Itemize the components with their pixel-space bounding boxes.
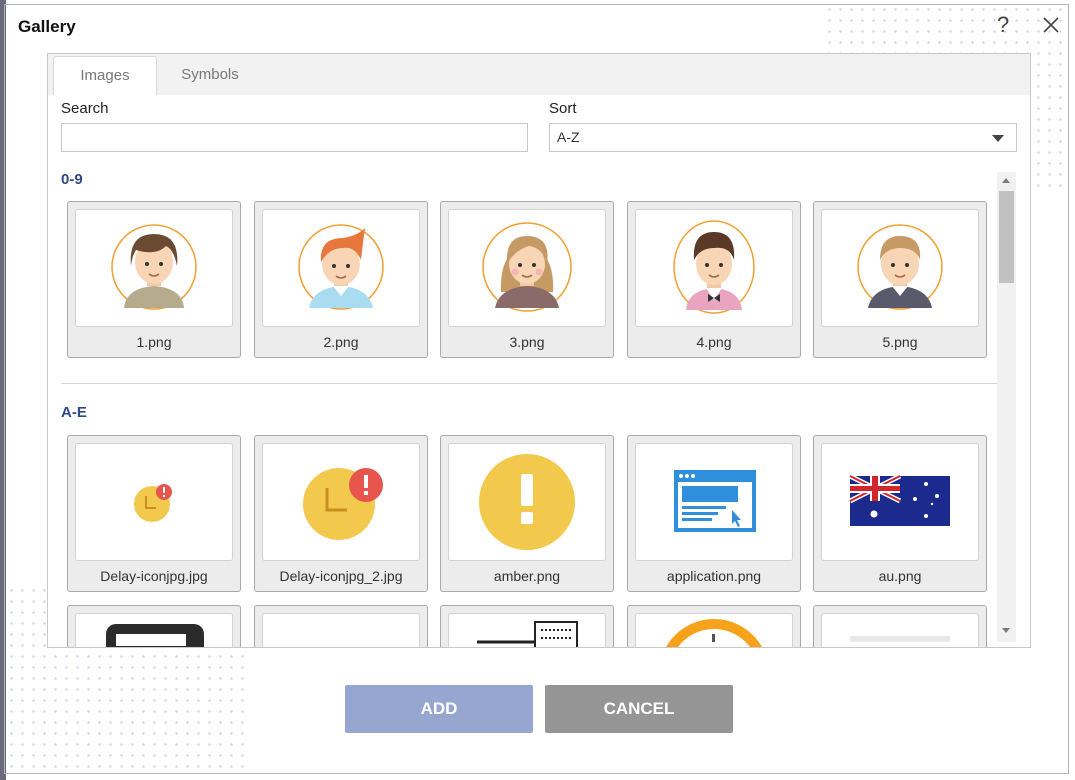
avatar-1-icon [111,224,197,310]
gallery-item[interactable] [254,605,428,647]
item-caption: 1.png [136,334,172,350]
scroll-up-icon[interactable] [1002,178,1010,183]
image-thumbnail [635,209,793,327]
gallery-item[interactable] [67,605,241,647]
tab-symbols[interactable]: Symbols [166,56,254,94]
gallery-item[interactable]: Delay-iconjpg_2.jpg [254,435,428,592]
section-divider [61,383,997,384]
search-label: Search [61,100,109,117]
avatar-3-icon [482,222,572,312]
sort-select[interactable]: A-Z [549,123,1017,152]
gallery-item[interactable]: 1.png [67,201,241,358]
image-thumbnail [262,443,420,561]
close-icon[interactable] [1041,15,1061,35]
image-thumbnail [448,613,606,647]
item-caption: amber.png [493,568,561,584]
gallery-item[interactable]: application.png [627,435,801,592]
gallery-item[interactable]: 2.png [254,201,428,358]
add-button[interactable]: ADD [345,685,533,733]
section-title-a-e: A-E [61,404,87,421]
image-thumbnail [448,443,606,561]
receipt-icon [477,621,578,647]
delay-clock-small-icon [134,484,172,522]
sort-value: A-Z [557,129,580,145]
image-thumbnail [75,443,233,561]
image-thumbnail [635,613,793,647]
orange-clock-icon [666,619,762,647]
chevron-down-icon [992,135,1004,142]
dark-frame-icon [106,624,204,647]
scroll-down-icon[interactable] [1002,628,1010,633]
image-thumbnail [635,443,793,561]
australia-flag-icon [848,473,950,526]
image-thumbnail [75,209,233,327]
item-caption: Delay-iconjpg_2.jpg [279,568,403,584]
gallery-item[interactable]: amber.png [440,435,614,592]
gallery-panel: Images Symbols Search Sort A-Z 0-9 1.png [47,53,1031,648]
item-caption: au.png [878,568,922,584]
avatar-5-icon [857,224,943,310]
gallery-item[interactable] [627,605,801,647]
gallery-item[interactable]: au.png [813,435,987,592]
vertical-scrollbar[interactable] [997,172,1016,642]
item-caption: 4.png [696,334,732,350]
cancel-button[interactable]: CANCEL [545,685,733,733]
avatar-4-icon [673,220,755,314]
dialog-title: Gallery [18,17,76,36]
scrollbar-thumb[interactable] [999,191,1014,283]
grey-bar-icon [850,636,950,642]
tab-bar: Images Symbols [48,54,1030,95]
image-thumbnail [821,443,979,561]
image-thumbnail [75,613,233,647]
image-thumbnail [821,613,979,647]
amber-alert-icon [479,454,575,550]
image-thumbnail [262,613,420,647]
image-thumbnail [262,209,420,327]
item-caption: Delay-iconjpg.jpg [100,568,208,584]
question-icon[interactable]: ? [997,14,1009,36]
delay-clock-large-icon [303,468,383,540]
item-caption: application.png [666,568,762,584]
sort-label: Sort [549,100,577,117]
tab-images[interactable]: Images [53,56,157,95]
application-window-icon [674,470,756,532]
gallery-item[interactable]: 3.png [440,201,614,358]
item-caption: 3.png [509,334,545,350]
item-caption: 2.png [323,334,359,350]
gallery-item[interactable]: 5.png [813,201,987,358]
search-input[interactable] [61,123,528,152]
item-caption: 5.png [882,334,918,350]
gallery-item[interactable]: 4.png [627,201,801,358]
gallery-item[interactable] [440,605,614,647]
avatar-2-icon [298,224,384,310]
image-thumbnail [821,209,979,327]
image-thumbnail [448,209,606,327]
section-title-0-9: 0-9 [61,171,83,188]
gallery-item[interactable]: Delay-iconjpg.jpg [67,435,241,592]
gallery-item[interactable] [813,605,987,647]
